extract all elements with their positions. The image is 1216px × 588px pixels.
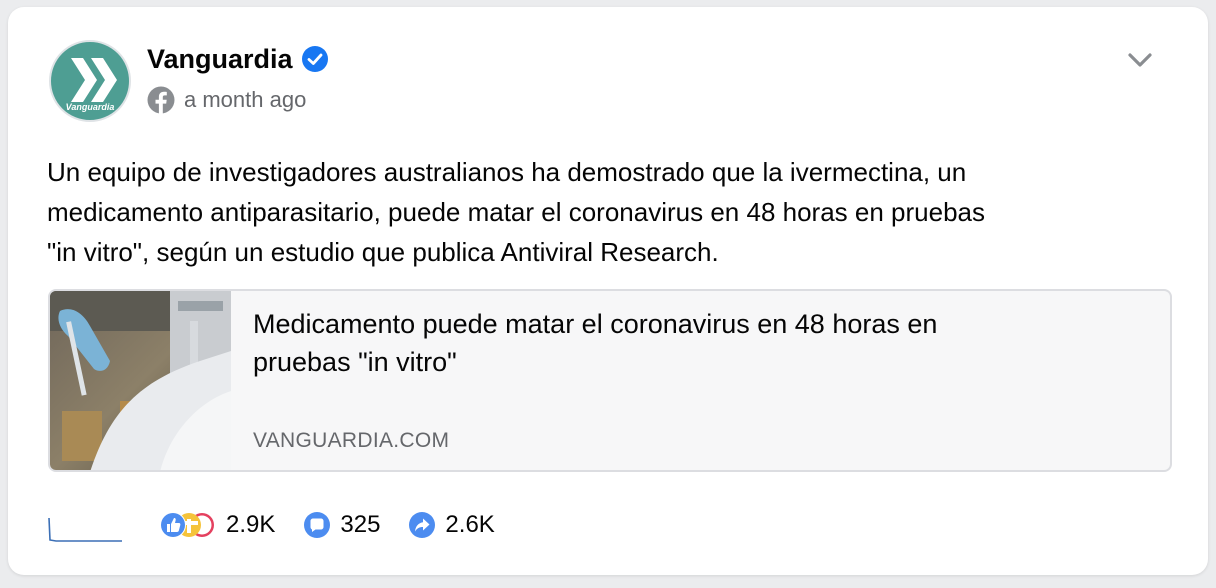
facebook-icon: [147, 86, 175, 114]
post-meta: a month ago: [147, 85, 306, 115]
link-thumbnail: [50, 291, 231, 470]
post-text: Un equipo de investigadores australianos…: [47, 152, 1167, 272]
comment-icon[interactable]: [303, 511, 331, 539]
engagement-stats: 2.9K 325 2.6K: [158, 509, 495, 541]
post-text-line: Un equipo de investigadores australianos…: [47, 157, 967, 187]
link-domain: VANGUARDIA.COM: [253, 429, 450, 452]
avatar-label: Vanguardia: [65, 102, 115, 112]
page-name[interactable]: Vanguardia: [147, 44, 293, 75]
link-title-line: Medicamento puede matar el coronavirus e…: [253, 309, 938, 339]
author-row: Vanguardia: [147, 41, 329, 77]
chevron-down-icon[interactable]: [1123, 47, 1157, 73]
reactions-icon[interactable]: [158, 510, 216, 540]
engagement-sparkline: [48, 517, 122, 542]
reactions-count: 2.9K: [226, 511, 276, 538]
post-text-line: "in vitro", según un estudio que publica…: [47, 237, 719, 267]
avatar[interactable]: Vanguardia: [49, 40, 131, 122]
post-text-line: medicamento antiparasitario, puede matar…: [47, 197, 985, 227]
post-timestamp[interactable]: a month ago: [184, 87, 306, 113]
post-card: Vanguardia Vanguardia a month ago Un equ…: [8, 7, 1208, 575]
link-preview[interactable]: Medicamento puede matar el coronavirus e…: [48, 289, 1172, 472]
shares-count: 2.6K: [445, 511, 495, 538]
share-icon[interactable]: [408, 511, 436, 539]
comments-count: 325: [340, 511, 381, 538]
verified-badge-icon: [301, 46, 328, 72]
link-title-line: pruebas "in vitro": [253, 347, 457, 377]
link-title: Medicamento puede matar el coronavirus e…: [253, 305, 1113, 381]
